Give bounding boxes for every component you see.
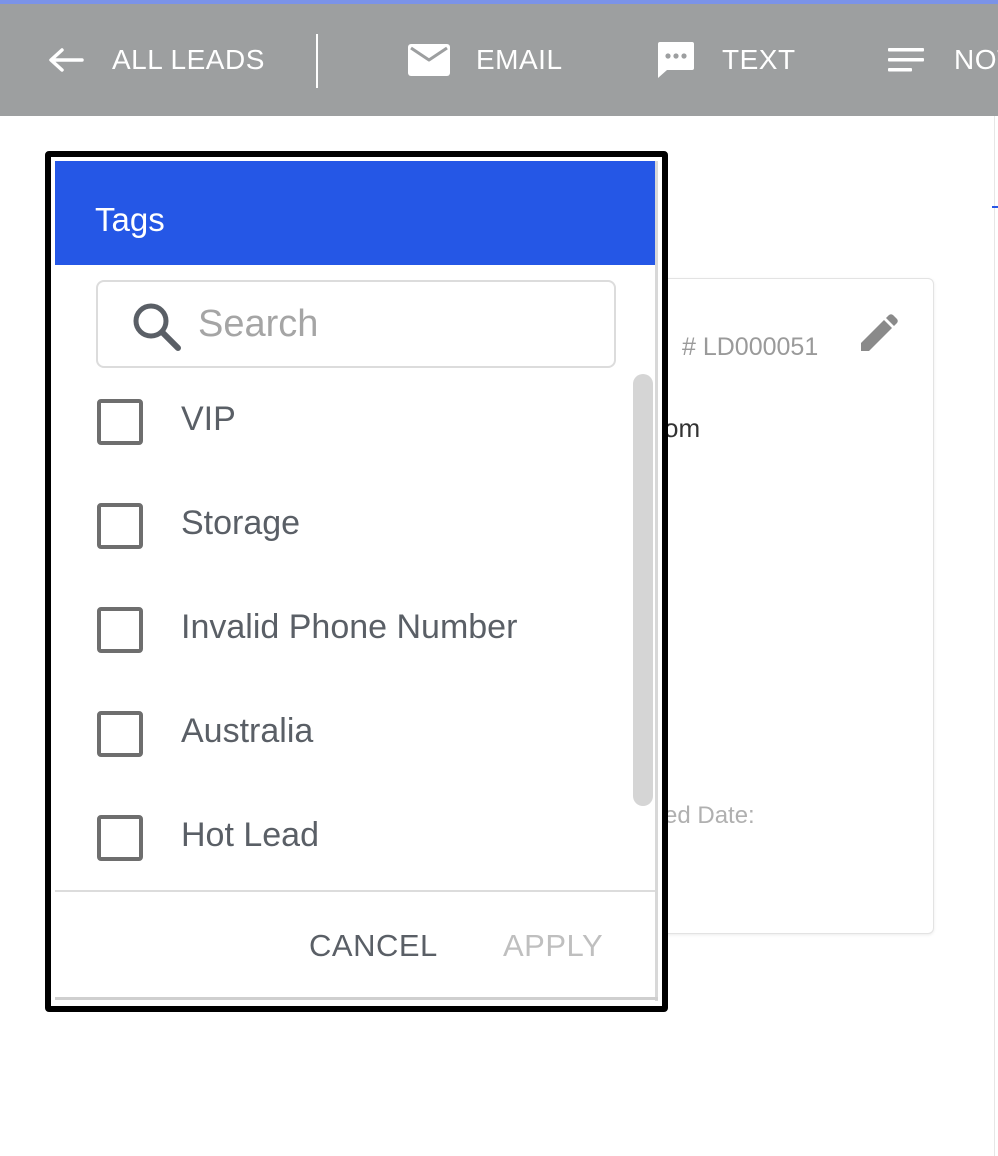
apply-button[interactable]: APPLY — [495, 921, 611, 971]
right-panel-border — [994, 116, 995, 1156]
tags-dialog-title: Tags — [95, 201, 165, 238]
all-leads-back-button[interactable]: ALL LEADS — [48, 4, 265, 116]
magnifier-icon — [133, 303, 181, 351]
lead-detail-page: ALL LEADS EMAIL TEXT NO # LD000051 om ed… — [0, 0, 998, 1156]
edit-lead-button[interactable] — [858, 314, 898, 354]
tag-checkbox[interactable] — [97, 815, 143, 861]
tag-label: VIP — [181, 400, 236, 438]
email-label: EMAIL — [476, 44, 563, 75]
tag-search-box — [96, 280, 616, 368]
tag-list: VIP Storage Invalid Phone Number Austral… — [51, 368, 655, 892]
tags-dialog: Tags VIP Storage Invalid Phone Number — [45, 151, 668, 1012]
all-leads-label: ALL LEADS — [112, 44, 265, 75]
notes-lines-icon — [888, 48, 924, 72]
dialog-bottom-edge — [55, 997, 658, 1000]
tag-label: Hot Lead — [181, 816, 319, 854]
dialog-right-edge — [655, 161, 658, 1001]
lead-date-label-fragment: ed Date: — [664, 802, 755, 829]
tag-option-invalid-phone-number[interactable]: Invalid Phone Number — [51, 576, 611, 680]
tag-label: Storage — [181, 504, 301, 542]
text-message-button[interactable]: TEXT — [655, 4, 796, 116]
tags-dialog-header: Tags — [55, 161, 655, 265]
envelope-icon — [408, 44, 450, 76]
notes-label: NOT — [954, 44, 998, 75]
notes-button[interactable]: NOT — [888, 4, 998, 116]
tag-search-input[interactable] — [198, 298, 598, 350]
chat-bubble-icon — [658, 42, 694, 78]
pencil-icon — [861, 314, 898, 351]
lead-email-fragment: om — [664, 413, 701, 443]
tag-checkbox[interactable] — [97, 711, 143, 757]
tag-option-vip[interactable]: VIP — [51, 368, 611, 472]
tag-option-storage[interactable]: Storage — [51, 472, 611, 576]
tag-label: Invalid Phone Number — [181, 608, 518, 646]
tag-option-australia[interactable]: Australia — [51, 680, 611, 784]
text-label: TEXT — [722, 44, 796, 75]
tag-option-hot-lead[interactable]: Hot Lead — [51, 784, 611, 888]
tag-list-scrollbar[interactable] — [633, 374, 653, 806]
top-toolbar: ALL LEADS EMAIL TEXT NO — [0, 4, 998, 116]
cancel-button[interactable]: CANCEL — [301, 921, 446, 971]
dialog-footer-divider — [55, 890, 655, 892]
tag-checkbox[interactable] — [97, 503, 143, 549]
tag-checkbox[interactable] — [97, 399, 143, 445]
lead-id: # LD000051 — [682, 333, 819, 361]
toolbar-divider — [316, 34, 318, 88]
tag-label: Australia — [181, 712, 314, 750]
tag-checkbox[interactable] — [97, 607, 143, 653]
right-panel-tab-indicator — [992, 206, 998, 208]
email-button[interactable]: EMAIL — [408, 4, 563, 116]
arrow-left-icon — [49, 48, 84, 72]
